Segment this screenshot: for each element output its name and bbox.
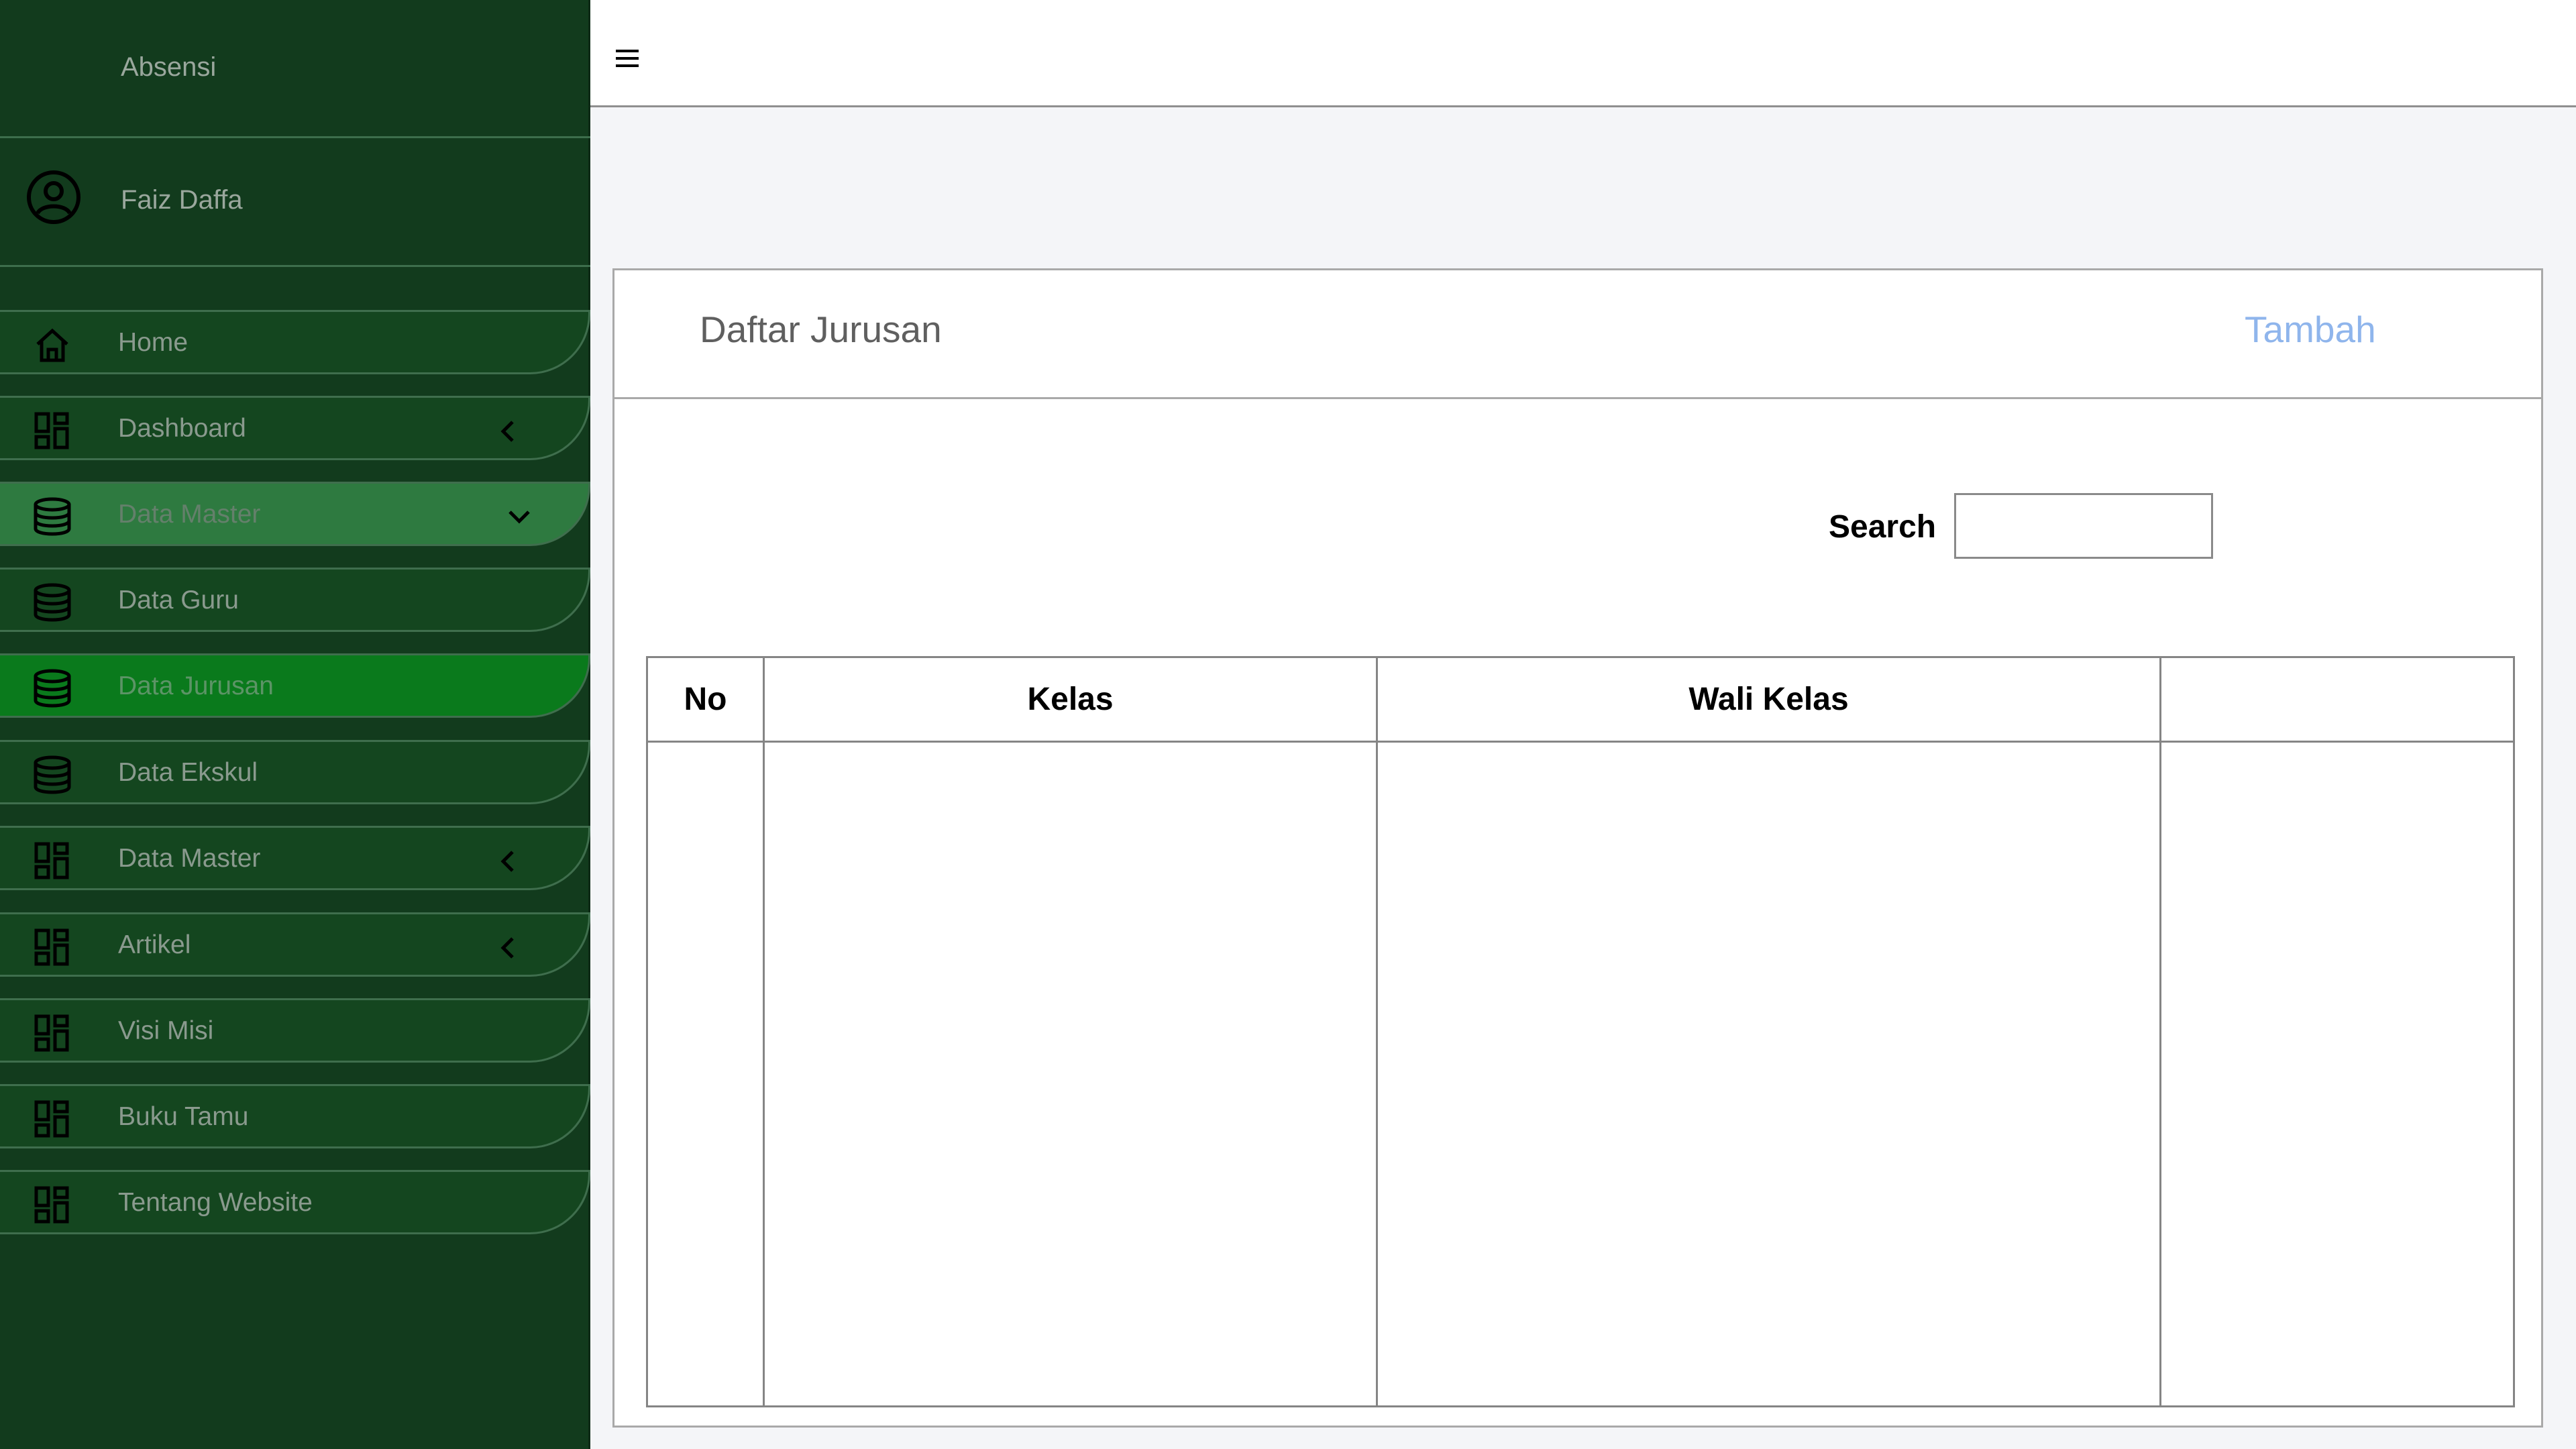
chevron-left-icon [500, 937, 514, 959]
sidebar-item-visi-misi[interactable]: Visi Misi [0, 998, 590, 1063]
table-header-row: No Kelas Wali Kelas [646, 656, 2515, 743]
sidebar-item-label: Home [118, 328, 189, 357]
column-header-kelas: Kelas [763, 656, 1378, 743]
sidebar-item-label: Artikel [118, 930, 191, 959]
sidebar-item-data-ekskul[interactable]: Data Ekskul [0, 740, 590, 804]
sidebar-item-label: Data Ekskul [118, 758, 258, 787]
dashboard-icon [34, 412, 69, 449]
dashboard-icon [34, 928, 69, 966]
jurusan-card: Daftar Jurusan Tambah Search No Kelas Wa… [612, 268, 2543, 1428]
sidebar: Absensi Faiz Daffa Home Dashboard Data M… [0, 0, 590, 1449]
sidebar-item-label: Buku Tamu [118, 1102, 249, 1131]
table-cell [1376, 741, 2161, 1407]
database-icon [34, 669, 71, 708]
jurusan-table: No Kelas Wali Kelas [646, 656, 2515, 1407]
database-icon [34, 497, 71, 536]
column-header-wali-kelas: Wali Kelas [1376, 656, 2161, 743]
sidebar-item-label: Data Jurusan [118, 672, 274, 700]
database-icon [34, 583, 71, 622]
home-icon [36, 328, 68, 362]
sidebar-item-label: Data Guru [118, 586, 239, 614]
dashboard-icon [34, 1100, 69, 1138]
table-cell [2159, 741, 2515, 1407]
sidebar-item-artikel[interactable]: Artikel [0, 912, 590, 977]
table-empty-row [646, 741, 2515, 1407]
card-header: Daftar Jurusan Tambah [614, 270, 2541, 399]
user-name: Faiz Daffa [121, 185, 243, 215]
top-bar [590, 0, 2576, 107]
chevron-left-icon [500, 851, 514, 872]
user-panel[interactable]: Faiz Daffa [0, 140, 590, 267]
table-cell [763, 741, 1378, 1407]
page-title: Daftar Jurusan [700, 309, 942, 350]
sidebar-item-dashboard[interactable]: Dashboard [0, 396, 590, 460]
sidebar-item-label: Data Master [118, 500, 261, 529]
sidebar-item-buku-tamu[interactable]: Buku Tamu [0, 1084, 590, 1148]
dashboard-icon [34, 842, 69, 879]
add-button[interactable]: Tambah [2245, 308, 2376, 351]
dashboard-icon [34, 1186, 69, 1224]
sidebar-item-label: Visi Misi [118, 1016, 214, 1045]
search-input[interactable] [1954, 493, 2213, 559]
sidebar-item-label: Data Master [118, 844, 261, 873]
sidebar-item-tentang-website[interactable]: Tentang Website [0, 1170, 590, 1234]
table-cell [646, 741, 765, 1407]
search-label: Search [1829, 509, 1937, 545]
sidebar-item-data-master[interactable]: Data Master [0, 482, 590, 546]
sidebar-brand: Absensi [0, 0, 590, 138]
sidebar-item-label: Tentang Website [118, 1188, 313, 1217]
database-icon [34, 755, 71, 794]
sidebar-item-data-guru[interactable]: Data Guru [0, 568, 590, 632]
user-avatar-icon [27, 170, 80, 224]
chevron-left-icon [500, 421, 514, 442]
chevron-down-icon [508, 511, 530, 524]
column-header-no: No [646, 656, 765, 743]
hamburger-menu-icon[interactable] [614, 47, 641, 70]
sidebar-item-label: Dashboard [118, 414, 246, 443]
sidebar-item-home[interactable]: Home [0, 310, 590, 374]
column-header-actions [2159, 656, 2515, 743]
sidebar-item-data-master-2[interactable]: Data Master [0, 826, 590, 890]
brand-title: Absensi [121, 52, 217, 82]
dashboard-icon [34, 1014, 69, 1052]
sidebar-item-data-jurusan[interactable]: Data Jurusan [0, 653, 590, 718]
